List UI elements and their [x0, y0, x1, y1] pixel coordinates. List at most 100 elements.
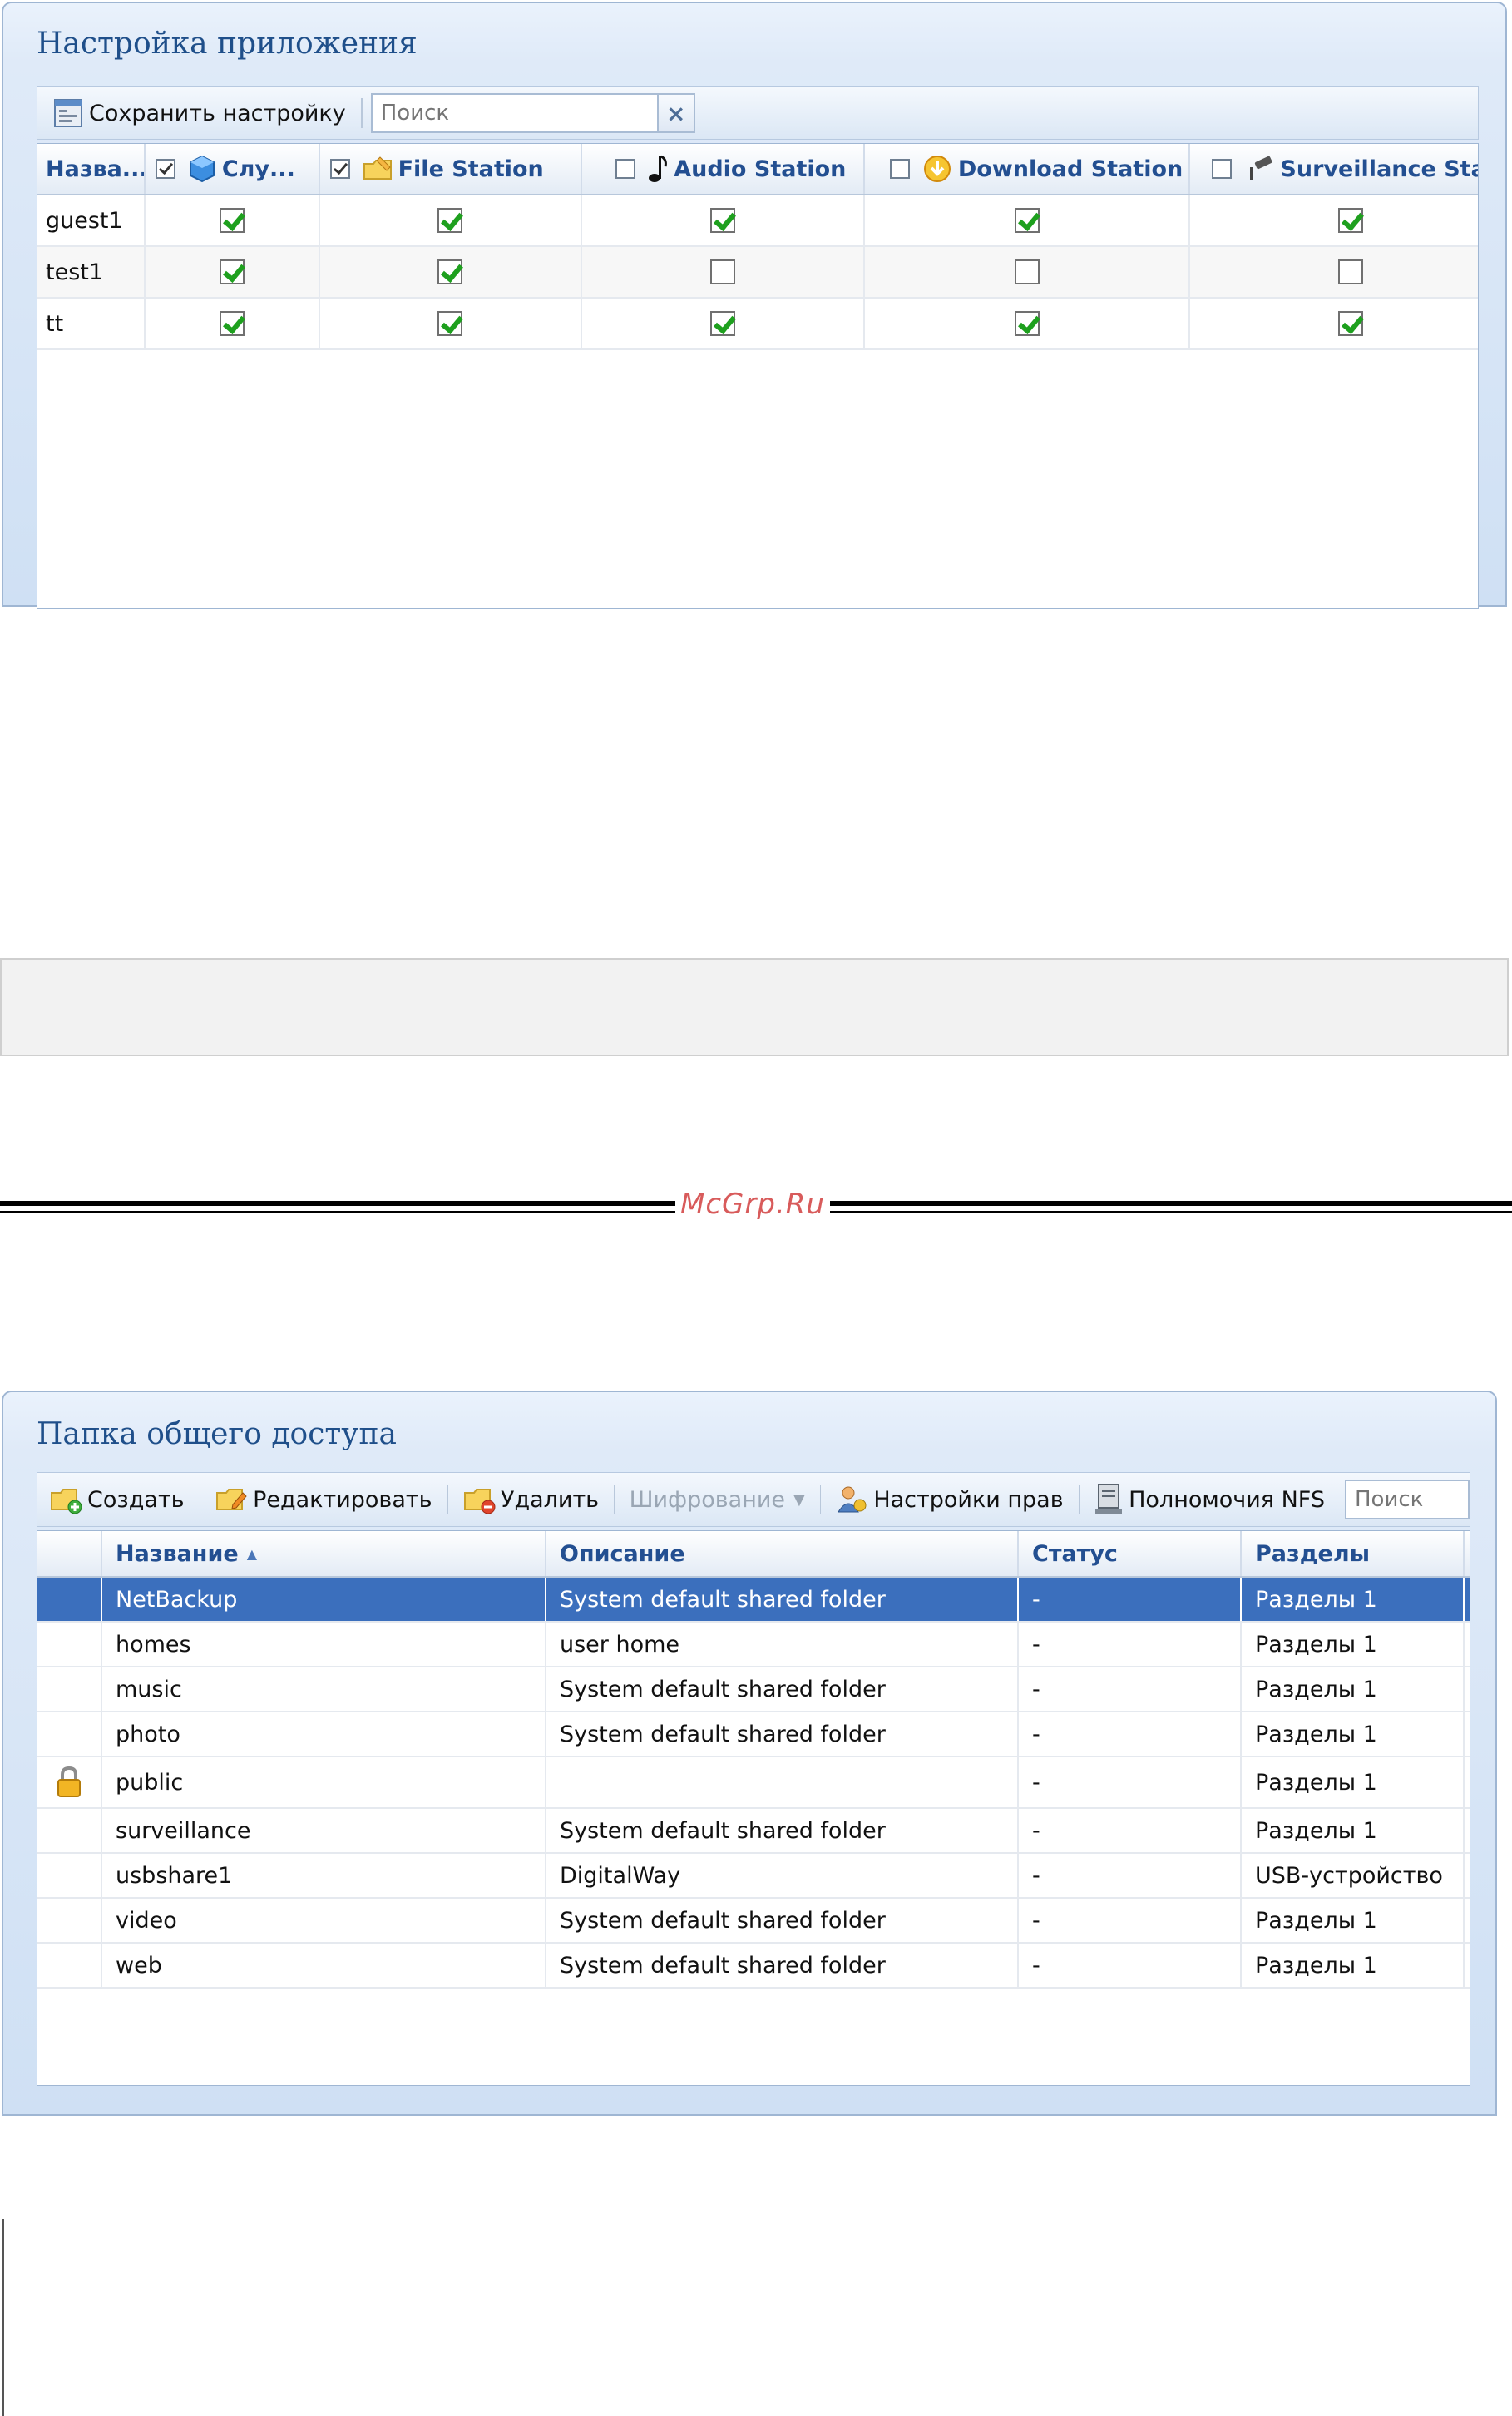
app-settings-window: Настройка приложения Сохранить настройку… [2, 2, 1507, 609]
perm-checkbox[interactable] [1014, 208, 1040, 233]
app-settings-title: Настройка приложения [37, 27, 418, 61]
perm-checkbox[interactable] [1338, 208, 1364, 233]
lock-cell [37, 1667, 102, 1711]
folder-volume-cell: Разделы 1 [1242, 1667, 1465, 1711]
folder-description-cell: System default shared folder [546, 1944, 1019, 1987]
folder-volume-cell: Разделы 1 [1242, 1757, 1465, 1807]
user-name-cell: test1 [37, 247, 146, 297]
encryption-dropdown-button[interactable]: Шифрование ▼ [623, 1473, 812, 1526]
table-row[interactable]: surveillance System default shared folder… [37, 1809, 1470, 1854]
table-row[interactable]: homes user home - Разделы 1 [37, 1623, 1470, 1667]
toolbar-separator [360, 98, 363, 128]
perm-checkbox[interactable] [437, 208, 463, 233]
perm-checkbox[interactable] [437, 311, 463, 336]
column-header-file-station[interactable]: File Station [320, 144, 583, 194]
delete-folder-label: Удалить [500, 1486, 600, 1513]
surveillance-all-checkbox[interactable] [1212, 159, 1233, 179]
perm-checkbox[interactable] [1014, 311, 1040, 336]
service-all-checkbox[interactable] [155, 159, 175, 179]
edit-folder-icon [215, 1485, 248, 1514]
table-row[interactable]: music System default shared folder - Раздел… [37, 1667, 1470, 1712]
folder-volume-cell: Разделы 1 [1242, 1623, 1465, 1666]
table-row[interactable]: web System default shared folder - Разделы … [37, 1944, 1470, 1989]
table-row[interactable]: photo System default shared folder - Раздел… [37, 1712, 1470, 1757]
app-permissions-grid: Назва... Слу... File Station Audio Stati… [37, 143, 1479, 609]
perm-checkbox[interactable] [1014, 259, 1040, 284]
folder-search-input[interactable] [1344, 1480, 1470, 1519]
clear-search-button[interactable]: × [658, 93, 695, 133]
watermark-text: McGrp.Ru [675, 1188, 830, 1221]
folder-name-cell: usbshare1 [102, 1854, 546, 1897]
perm-checkbox[interactable] [710, 259, 736, 284]
shared-folder-window: Папка общего доступа Создать Редактирова… [2, 1391, 1497, 2116]
lock-cell [37, 1712, 102, 1756]
permission-settings-button[interactable]: Настройки прав [828, 1473, 1070, 1526]
delete-folder-button[interactable]: Удалить [456, 1473, 605, 1526]
perm-checkbox[interactable] [1338, 311, 1364, 336]
cube-icon [187, 154, 217, 184]
lock-cell [37, 1757, 102, 1807]
folder-name-cell: public [102, 1757, 546, 1807]
table-row[interactable]: guest1 [37, 195, 1478, 247]
clear-icon: × [666, 99, 686, 127]
folder-status-cell: - [1019, 1944, 1242, 1987]
save-settings-label: Сохранить настройку [89, 100, 346, 126]
column-header-status[interactable]: Статус [1019, 1531, 1242, 1576]
folder-description-cell: System default shared folder [546, 1578, 1019, 1621]
app-search-input[interactable] [370, 93, 659, 133]
audio-station-cell [582, 299, 865, 348]
lock-cell [37, 1578, 102, 1621]
folder-status-cell: - [1019, 1623, 1242, 1666]
folder-name-cell: photo [102, 1712, 546, 1756]
folder-pencil-icon [362, 154, 393, 184]
folder-status-cell: - [1019, 1757, 1242, 1807]
edit-folder-button[interactable]: Редактировать [208, 1473, 438, 1526]
column-header-service[interactable]: Слу... [146, 144, 320, 194]
download-station-all-checkbox[interactable] [889, 159, 910, 179]
table-row[interactable]: test1 [37, 247, 1478, 299]
column-header-description[interactable]: Описание [546, 1531, 1019, 1576]
nfs-permissions-button[interactable]: Полномочия NFS [1087, 1473, 1332, 1526]
server-icon [1094, 1483, 1124, 1516]
surveillance-cell [1190, 299, 1478, 348]
folder-volume-cell: Разделы 1 [1242, 1809, 1465, 1852]
lock-cell [37, 1623, 102, 1666]
table-row[interactable]: video System default shared folder - Раздел… [37, 1899, 1470, 1944]
folder-status-cell: - [1019, 1809, 1242, 1852]
folder-name-cell: NetBackup [102, 1578, 546, 1621]
folder-name-cell: music [102, 1667, 546, 1711]
table-row[interactable]: usbshare1 DigitalWay - USB-устройство [37, 1854, 1470, 1899]
column-header-surveillance-station[interactable]: Surveillance Sta [1190, 144, 1478, 194]
column-header-download-station[interactable]: Download Station [865, 144, 1191, 194]
table-row[interactable]: tt [37, 299, 1478, 350]
folder-description-cell: System default shared folder [546, 1667, 1019, 1711]
table-row[interactable]: public - Разделы 1 [37, 1757, 1470, 1809]
folder-rows: NetBackup System default shared folder - Ра… [37, 1578, 1470, 1989]
perm-checkbox[interactable] [437, 259, 463, 284]
page-left-rule [2, 2219, 4, 2416]
table-row[interactable]: NetBackup System default shared folder - Ра… [37, 1578, 1470, 1623]
column-header-volume[interactable]: Разделы [1242, 1531, 1465, 1576]
folder-name-cell: video [102, 1899, 546, 1942]
perm-checkbox[interactable] [710, 311, 736, 336]
folder-status-cell: - [1019, 1578, 1242, 1621]
lock-icon [55, 1766, 83, 1799]
column-header-audio-station[interactable]: Audio Station [582, 144, 865, 194]
perm-checkbox[interactable] [219, 208, 245, 233]
save-settings-button[interactable]: Сохранить настройку [46, 87, 353, 139]
column-header-name[interactable]: Название ▲ [102, 1531, 546, 1576]
perm-checkbox[interactable] [710, 208, 736, 233]
perm-checkbox[interactable] [219, 311, 245, 336]
perm-checkbox[interactable] [1338, 259, 1364, 284]
folder-volume-cell: Разделы 1 [1242, 1944, 1465, 1987]
surveillance-cell [1190, 247, 1478, 297]
perm-checkbox[interactable] [219, 259, 245, 284]
surveillance-cell [1190, 195, 1478, 245]
create-folder-button[interactable]: Создать [42, 1473, 191, 1526]
file-station-all-checkbox[interactable] [329, 159, 350, 179]
column-header-name[interactable]: Назва... [37, 144, 146, 194]
audio-station-all-checkbox[interactable] [615, 159, 636, 179]
file-station-cell [320, 299, 583, 348]
folder-status-cell: - [1019, 1854, 1242, 1897]
file-station-cell [320, 195, 583, 245]
